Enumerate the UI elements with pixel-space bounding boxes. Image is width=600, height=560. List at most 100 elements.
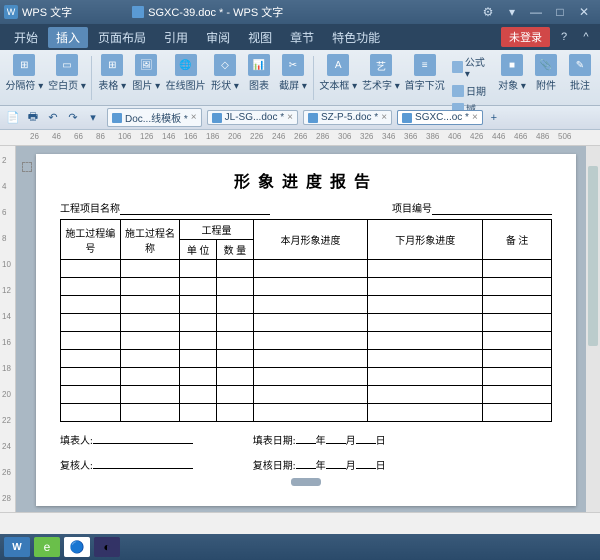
menu-item-2[interactable]: 页面布局	[90, 27, 154, 48]
ribbon-btn-5-label: 形状 ▾	[211, 77, 239, 92]
menu-item-3[interactable]: 引用	[156, 27, 196, 48]
vertical-scrollbar[interactable]	[586, 146, 600, 512]
table-row	[61, 296, 552, 314]
taskbar-browser-button[interactable]: e	[34, 537, 60, 557]
ribbon-btn-8-label: 文本框 ▾	[319, 77, 357, 92]
titlebar: W WPS 文字 SGXC-39.doc * - WPS 文字 ⚙ ▾ — □ …	[0, 0, 600, 24]
doc-tab-icon	[212, 113, 222, 123]
ribbon-btn-2-icon: ⊞	[101, 54, 123, 76]
ribbon-btn-0-icon: ⊞	[13, 54, 35, 76]
filler-label: 填表人:	[60, 432, 93, 447]
year-unit: 年	[316, 432, 326, 447]
tab-close-icon[interactable]: ×	[287, 112, 293, 123]
review-date-label: 复核日期:	[253, 457, 296, 472]
tab-close-icon[interactable]: ×	[381, 112, 387, 123]
reviewer-field[interactable]	[93, 468, 193, 469]
ribbon-btn-3[interactable]: 🖼图片 ▾	[130, 52, 162, 94]
ribbon-btn-6[interactable]: 📊图表	[243, 52, 275, 94]
doc-tab-2[interactable]: SZ-P-5.doc *×	[303, 110, 392, 125]
ribbon-btn-7-icon: ✂	[282, 54, 304, 76]
ribbon-btn-4[interactable]: 🌐在线图片	[164, 52, 207, 94]
ribbon-btn-1-icon: ▭	[56, 54, 78, 76]
page-footer-handle[interactable]	[291, 478, 321, 486]
ribbon-btn-7-label: 截屏 ▾	[279, 77, 307, 92]
ribbon-btn-1-label: 空白页 ▾	[48, 77, 86, 92]
month-field[interactable]	[326, 443, 346, 444]
ribbon-btn-2[interactable]: ⊞表格 ▾	[96, 52, 128, 94]
quick-access-toolbar: 📄🖶↶↷▾ Doc...线模板 *× JL-SG...doc *× SZ-P-5.do…	[0, 106, 600, 130]
ribbon-btn2-1[interactable]: 📎附件	[530, 52, 562, 94]
qat-btn-0[interactable]: 📄	[4, 109, 22, 127]
day-unit-2: 日	[376, 457, 386, 472]
th-remark: 备 注	[483, 220, 552, 260]
maximize-button[interactable]: □	[548, 2, 572, 22]
ribbon-small-1-icon	[452, 85, 464, 97]
table-row	[61, 332, 552, 350]
taskbar-app-button-1[interactable]: 🔵	[64, 537, 90, 557]
table-row	[61, 386, 552, 404]
settings-icon[interactable]: ⚙	[476, 2, 500, 22]
doc-tab-icon	[308, 113, 318, 123]
help-icon[interactable]: ?	[556, 29, 572, 45]
th-amount: 数 量	[216, 240, 253, 260]
taskbar-app-button-2[interactable]: ◐	[94, 537, 120, 557]
project-name-label: 工程项目名称	[60, 200, 120, 215]
menu-item-6[interactable]: 章节	[282, 27, 322, 48]
page-area[interactable]: 形象进度报告 工程项目名称 项目编号 施工过程编号 施工过程名称 工程量 本月形…	[16, 146, 600, 512]
page-break-icon[interactable]	[22, 162, 32, 172]
ribbon-btn-3-label: 图片 ▾	[132, 77, 160, 92]
menu-item-0[interactable]: 开始	[6, 27, 46, 48]
close-button[interactable]: ✕	[572, 2, 596, 22]
progress-table[interactable]: 施工过程编号 施工过程名称 工程量 本月形象进度 下月形象进度 备 注 单 位 …	[60, 219, 552, 422]
app-name: WPS 文字	[22, 4, 72, 20]
ribbon-btn-7[interactable]: ✂截屏 ▾	[277, 52, 309, 94]
doc-tab-0[interactable]: Doc...线模板 *×	[107, 108, 202, 127]
chev-icon[interactable]: ^	[578, 29, 594, 45]
new-tab-button[interactable]: +	[485, 109, 503, 127]
ribbon-small-0-icon	[452, 61, 463, 73]
ribbon-small-0[interactable]: 公式 ▾	[450, 53, 492, 81]
year-field[interactable]	[296, 443, 316, 444]
menu-item-7[interactable]: 特色功能	[324, 27, 388, 48]
month-field-2[interactable]	[326, 468, 346, 469]
qat-btn-4[interactable]: ▾	[84, 109, 102, 127]
project-number-field[interactable]	[432, 200, 552, 215]
ribbon-small-1[interactable]: 日期	[450, 82, 492, 99]
qat-btn-2[interactable]: ↶	[44, 109, 62, 127]
ribbon-btn2-2[interactable]: ✎批注	[564, 52, 596, 94]
ribbon-btn-9-label: 艺术字 ▾	[362, 77, 400, 92]
tab-close-icon[interactable]: ×	[191, 112, 197, 123]
ribbon-btn-5[interactable]: ◇形状 ▾	[209, 52, 241, 94]
menu-item-5[interactable]: 视图	[240, 27, 280, 48]
doc-tab-3[interactable]: SGXC...oc *×	[397, 110, 483, 125]
taskbar-wps-button[interactable]: W	[4, 537, 30, 557]
not-logged-button[interactable]: 未登录	[501, 27, 550, 47]
day-unit: 日	[376, 432, 386, 447]
ribbon-btn2-0-icon: ■	[501, 54, 523, 76]
day-field-2[interactable]	[356, 468, 376, 469]
table-row	[61, 260, 552, 278]
menu-item-1[interactable]: 插入	[48, 27, 88, 48]
filler-field[interactable]	[93, 443, 193, 444]
document-page[interactable]: 形象进度报告 工程项目名称 项目编号 施工过程编号 施工过程名称 工程量 本月形…	[36, 154, 576, 506]
year-field-2[interactable]	[296, 468, 316, 469]
ribbon-btn-0[interactable]: ⊞分隔符 ▾	[4, 52, 45, 94]
project-name-field[interactable]	[120, 200, 270, 215]
day-field[interactable]	[356, 443, 376, 444]
fill-date-label: 填表日期:	[253, 432, 296, 447]
doc-tab-1[interactable]: JL-SG...doc *×	[207, 110, 298, 125]
ribbon-btn-9[interactable]: 艺艺术字 ▾	[361, 52, 402, 94]
scrollbar-thumb[interactable]	[588, 166, 598, 346]
ribbon-btn-4-icon: 🌐	[175, 54, 197, 76]
ribbon-btn2-0[interactable]: ■对象 ▾	[496, 52, 528, 94]
qat-btn-1[interactable]: 🖶	[24, 109, 42, 127]
dropdown-icon[interactable]: ▾	[500, 2, 524, 22]
menu-item-4[interactable]: 审阅	[198, 27, 238, 48]
tab-close-icon[interactable]: ×	[472, 112, 478, 123]
ribbon-btn-8[interactable]: A文本框 ▾	[318, 52, 359, 94]
minimize-button[interactable]: —	[524, 2, 548, 22]
ribbon-btn-10[interactable]: ≡首字下沉	[403, 52, 446, 94]
ribbon-btn-10-label: 首字下沉	[405, 77, 445, 92]
ribbon-btn-1[interactable]: ▭空白页 ▾	[47, 52, 88, 94]
qat-btn-3[interactable]: ↷	[64, 109, 82, 127]
